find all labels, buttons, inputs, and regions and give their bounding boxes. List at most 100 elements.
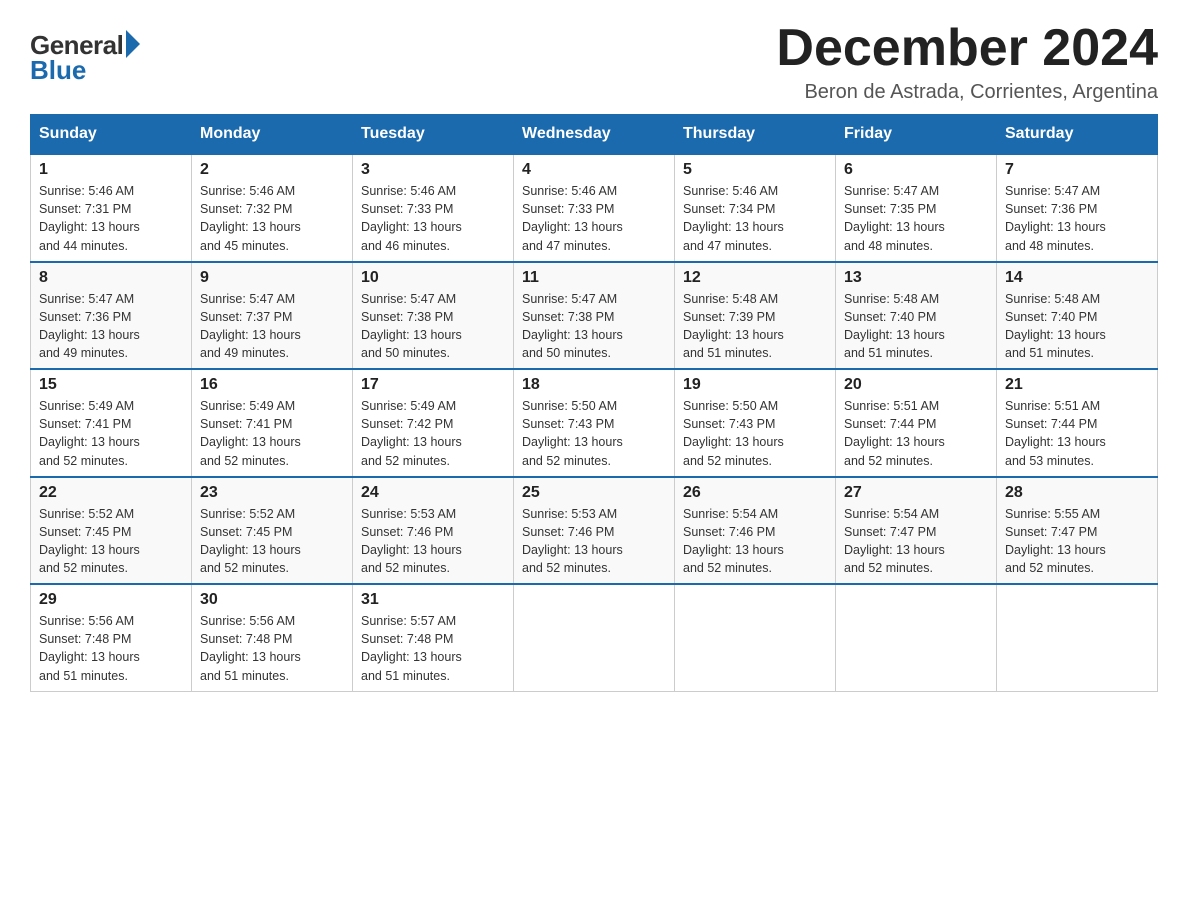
- day-info: Sunrise: 5:54 AM Sunset: 7:46 PM Dayligh…: [683, 505, 827, 578]
- table-row: 27 Sunrise: 5:54 AM Sunset: 7:47 PM Dayl…: [836, 477, 997, 585]
- day-number: 4: [522, 161, 666, 179]
- logo: General Blue: [30, 30, 140, 86]
- table-row: 16 Sunrise: 5:49 AM Sunset: 7:41 PM Dayl…: [192, 369, 353, 477]
- table-row: 29 Sunrise: 5:56 AM Sunset: 7:48 PM Dayl…: [31, 584, 192, 691]
- day-number: 19: [683, 376, 827, 394]
- day-number: 2: [200, 161, 344, 179]
- table-row: [675, 584, 836, 691]
- day-info: Sunrise: 5:53 AM Sunset: 7:46 PM Dayligh…: [522, 505, 666, 578]
- day-number: 29: [39, 591, 183, 609]
- day-info: Sunrise: 5:53 AM Sunset: 7:46 PM Dayligh…: [361, 505, 505, 578]
- day-info: Sunrise: 5:48 AM Sunset: 7:40 PM Dayligh…: [1005, 290, 1149, 363]
- month-year-title: December 2024: [776, 20, 1158, 77]
- page-header: General Blue December 2024 Beron de Astr…: [30, 20, 1158, 104]
- header-sunday: Sunday: [31, 115, 192, 155]
- table-row: 31 Sunrise: 5:57 AM Sunset: 7:48 PM Dayl…: [353, 584, 514, 691]
- table-row: 12 Sunrise: 5:48 AM Sunset: 7:39 PM Dayl…: [675, 262, 836, 370]
- day-number: 20: [844, 376, 988, 394]
- day-number: 6: [844, 161, 988, 179]
- day-number: 12: [683, 269, 827, 287]
- logo-blue-text: Blue: [30, 55, 86, 86]
- day-number: 3: [361, 161, 505, 179]
- day-info: Sunrise: 5:48 AM Sunset: 7:40 PM Dayligh…: [844, 290, 988, 363]
- header-saturday: Saturday: [997, 115, 1158, 155]
- calendar-week-row: 29 Sunrise: 5:56 AM Sunset: 7:48 PM Dayl…: [31, 584, 1158, 691]
- table-row: 1 Sunrise: 5:46 AM Sunset: 7:31 PM Dayli…: [31, 154, 192, 262]
- day-info: Sunrise: 5:48 AM Sunset: 7:39 PM Dayligh…: [683, 290, 827, 363]
- day-number: 5: [683, 161, 827, 179]
- table-row: 6 Sunrise: 5:47 AM Sunset: 7:35 PM Dayli…: [836, 154, 997, 262]
- table-row: 5 Sunrise: 5:46 AM Sunset: 7:34 PM Dayli…: [675, 154, 836, 262]
- header-tuesday: Tuesday: [353, 115, 514, 155]
- day-number: 11: [522, 269, 666, 287]
- table-row: 20 Sunrise: 5:51 AM Sunset: 7:44 PM Dayl…: [836, 369, 997, 477]
- table-row: 24 Sunrise: 5:53 AM Sunset: 7:46 PM Dayl…: [353, 477, 514, 585]
- day-info: Sunrise: 5:52 AM Sunset: 7:45 PM Dayligh…: [200, 505, 344, 578]
- day-info: Sunrise: 5:52 AM Sunset: 7:45 PM Dayligh…: [39, 505, 183, 578]
- day-number: 7: [1005, 161, 1149, 179]
- table-row: 23 Sunrise: 5:52 AM Sunset: 7:45 PM Dayl…: [192, 477, 353, 585]
- day-number: 13: [844, 269, 988, 287]
- day-info: Sunrise: 5:46 AM Sunset: 7:33 PM Dayligh…: [361, 182, 505, 255]
- day-number: 26: [683, 484, 827, 502]
- day-info: Sunrise: 5:47 AM Sunset: 7:38 PM Dayligh…: [522, 290, 666, 363]
- day-info: Sunrise: 5:49 AM Sunset: 7:42 PM Dayligh…: [361, 397, 505, 470]
- day-number: 17: [361, 376, 505, 394]
- header-friday: Friday: [836, 115, 997, 155]
- day-number: 21: [1005, 376, 1149, 394]
- day-info: Sunrise: 5:56 AM Sunset: 7:48 PM Dayligh…: [200, 612, 344, 685]
- table-row: 10 Sunrise: 5:47 AM Sunset: 7:38 PM Dayl…: [353, 262, 514, 370]
- day-number: 27: [844, 484, 988, 502]
- table-row: 25 Sunrise: 5:53 AM Sunset: 7:46 PM Dayl…: [514, 477, 675, 585]
- table-row: 3 Sunrise: 5:46 AM Sunset: 7:33 PM Dayli…: [353, 154, 514, 262]
- calendar-week-row: 22 Sunrise: 5:52 AM Sunset: 7:45 PM Dayl…: [31, 477, 1158, 585]
- day-info: Sunrise: 5:57 AM Sunset: 7:48 PM Dayligh…: [361, 612, 505, 685]
- calendar-header-row: Sunday Monday Tuesday Wednesday Thursday…: [31, 115, 1158, 155]
- day-info: Sunrise: 5:46 AM Sunset: 7:31 PM Dayligh…: [39, 182, 183, 255]
- day-info: Sunrise: 5:50 AM Sunset: 7:43 PM Dayligh…: [522, 397, 666, 470]
- calendar-week-row: 15 Sunrise: 5:49 AM Sunset: 7:41 PM Dayl…: [31, 369, 1158, 477]
- day-info: Sunrise: 5:47 AM Sunset: 7:36 PM Dayligh…: [39, 290, 183, 363]
- day-info: Sunrise: 5:56 AM Sunset: 7:48 PM Dayligh…: [39, 612, 183, 685]
- day-number: 18: [522, 376, 666, 394]
- day-info: Sunrise: 5:55 AM Sunset: 7:47 PM Dayligh…: [1005, 505, 1149, 578]
- day-number: 1: [39, 161, 183, 179]
- day-number: 15: [39, 376, 183, 394]
- calendar-table: Sunday Monday Tuesday Wednesday Thursday…: [30, 114, 1158, 692]
- table-row: 7 Sunrise: 5:47 AM Sunset: 7:36 PM Dayli…: [997, 154, 1158, 262]
- day-info: Sunrise: 5:47 AM Sunset: 7:38 PM Dayligh…: [361, 290, 505, 363]
- header-thursday: Thursday: [675, 115, 836, 155]
- day-info: Sunrise: 5:49 AM Sunset: 7:41 PM Dayligh…: [200, 397, 344, 470]
- day-number: 14: [1005, 269, 1149, 287]
- day-info: Sunrise: 5:54 AM Sunset: 7:47 PM Dayligh…: [844, 505, 988, 578]
- day-number: 30: [200, 591, 344, 609]
- table-row: [997, 584, 1158, 691]
- day-number: 8: [39, 269, 183, 287]
- table-row: 18 Sunrise: 5:50 AM Sunset: 7:43 PM Dayl…: [514, 369, 675, 477]
- table-row: 9 Sunrise: 5:47 AM Sunset: 7:37 PM Dayli…: [192, 262, 353, 370]
- table-row: 30 Sunrise: 5:56 AM Sunset: 7:48 PM Dayl…: [192, 584, 353, 691]
- day-number: 28: [1005, 484, 1149, 502]
- day-number: 31: [361, 591, 505, 609]
- day-info: Sunrise: 5:47 AM Sunset: 7:37 PM Dayligh…: [200, 290, 344, 363]
- day-number: 22: [39, 484, 183, 502]
- table-row: 14 Sunrise: 5:48 AM Sunset: 7:40 PM Dayl…: [997, 262, 1158, 370]
- table-row: 4 Sunrise: 5:46 AM Sunset: 7:33 PM Dayli…: [514, 154, 675, 262]
- day-info: Sunrise: 5:50 AM Sunset: 7:43 PM Dayligh…: [683, 397, 827, 470]
- table-row: 15 Sunrise: 5:49 AM Sunset: 7:41 PM Dayl…: [31, 369, 192, 477]
- day-number: 23: [200, 484, 344, 502]
- table-row: 22 Sunrise: 5:52 AM Sunset: 7:45 PM Dayl…: [31, 477, 192, 585]
- day-info: Sunrise: 5:47 AM Sunset: 7:36 PM Dayligh…: [1005, 182, 1149, 255]
- header-wednesday: Wednesday: [514, 115, 675, 155]
- day-info: Sunrise: 5:46 AM Sunset: 7:32 PM Dayligh…: [200, 182, 344, 255]
- table-row: 8 Sunrise: 5:47 AM Sunset: 7:36 PM Dayli…: [31, 262, 192, 370]
- table-row: [836, 584, 997, 691]
- calendar-week-row: 1 Sunrise: 5:46 AM Sunset: 7:31 PM Dayli…: [31, 154, 1158, 262]
- day-info: Sunrise: 5:51 AM Sunset: 7:44 PM Dayligh…: [844, 397, 988, 470]
- day-info: Sunrise: 5:51 AM Sunset: 7:44 PM Dayligh…: [1005, 397, 1149, 470]
- table-row: 26 Sunrise: 5:54 AM Sunset: 7:46 PM Dayl…: [675, 477, 836, 585]
- day-number: 16: [200, 376, 344, 394]
- header-monday: Monday: [192, 115, 353, 155]
- table-row: 17 Sunrise: 5:49 AM Sunset: 7:42 PM Dayl…: [353, 369, 514, 477]
- day-info: Sunrise: 5:49 AM Sunset: 7:41 PM Dayligh…: [39, 397, 183, 470]
